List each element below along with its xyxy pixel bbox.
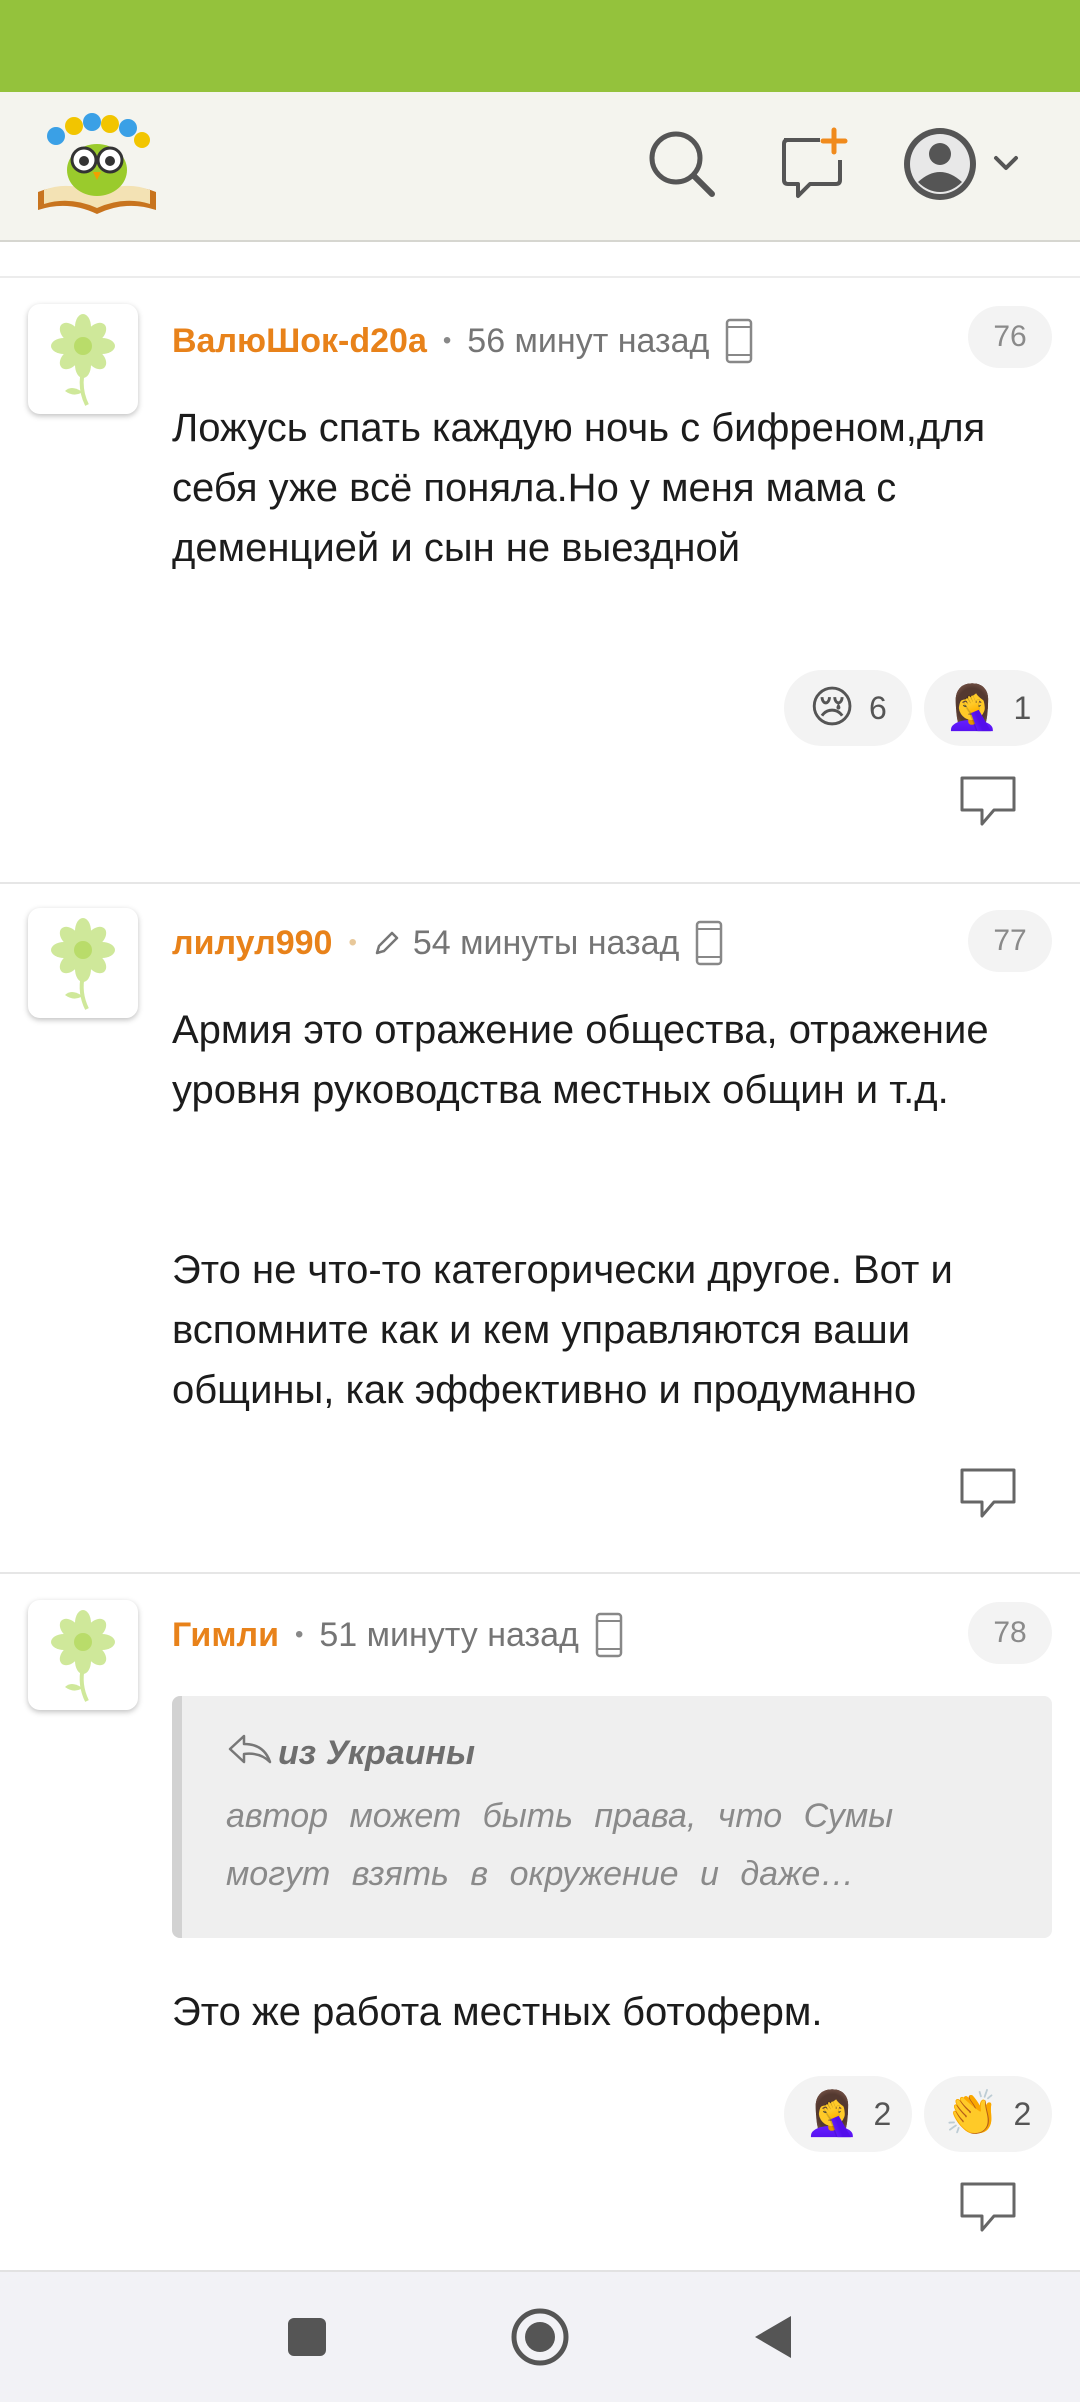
mobile-device-icon [595,1612,623,1658]
user-avatar[interactable] [28,304,138,414]
comment-divider [0,1572,1080,1574]
profile-menu-button[interactable] [900,124,1020,204]
reaction-button[interactable]: 🤦‍♀️ 2 [784,2076,912,2152]
reactions: 🤦‍♀️ 2 👏 2 [784,2076,1052,2152]
status-bar [0,0,1080,92]
comment-time[interactable]: 54 минуты назад [413,924,680,963]
back-icon[interactable] [738,2302,808,2372]
comment-time[interactable]: 51 минуту назад [319,1616,578,1655]
user-avatar[interactable] [28,1600,138,1710]
reaction-button[interactable]: 🤦‍♀️ 1 [924,670,1052,746]
quoted-comment[interactable]: из Украины автор может быть права, что С… [172,1696,1052,1938]
reactions: 😢 6 🤦‍♀️ 1 [784,670,1052,746]
facepalm-icon: 🤦‍♀️ [804,2088,860,2139]
reply-icon[interactable] [958,774,1018,830]
system-navigation-bar [0,2270,1080,2402]
reaction-count: 1 [1013,689,1032,726]
separator-dot: • [348,929,357,956]
facepalm-icon: 🤦‍♀️ [944,682,1000,733]
comment-divider [0,882,1080,884]
quote-text: автор может быть права, что Сумы могут в… [226,1797,894,1893]
clapping-hands-icon: 👏 [944,2088,1000,2139]
add-post-icon[interactable] [774,124,854,204]
quote-header: из Украины [226,1732,1008,1775]
app-header [0,92,1080,242]
comment-text: Это же работа местных ботоферм. [172,1990,823,2034]
separator-dot: • [294,1621,304,1648]
reaction-count: 2 [873,2095,892,2132]
divider [0,276,1080,278]
reaction-count: 2 [1013,2095,1032,2132]
comment-text: Это не что-то категорически другое. Вот … [172,1248,953,1412]
edited-pencil-icon [373,929,401,957]
comment-author[interactable]: ВалюШок-d20a [172,322,427,361]
crying-face-icon: 😢 [809,682,856,733]
comment-number[interactable]: 78 [968,1602,1052,1664]
comment-time[interactable]: 56 минут назад [467,322,709,361]
recent-apps-icon[interactable] [272,2302,342,2372]
comment-author[interactable]: Гимли [172,1616,279,1655]
reaction-button[interactable]: 👏 2 [924,2076,1052,2152]
mobile-device-icon [695,920,723,966]
comment-number[interactable]: 76 [968,306,1052,368]
comment-number[interactable]: 77 [968,910,1052,972]
reply-icon[interactable] [958,1466,1018,1522]
search-icon[interactable] [642,124,722,204]
reply-icon[interactable] [958,2180,1018,2236]
quote-author[interactable]: из Украины [278,1734,475,1773]
reaction-button[interactable]: 😢 6 [784,670,912,746]
mobile-device-icon [725,318,753,364]
reply-arrow-icon [226,1732,272,1775]
comment-text: Армия это отражение общества, отражение … [172,1008,989,1112]
comment-author[interactable]: лилул990 [172,924,332,963]
reaction-count: 6 [869,689,887,726]
separator-dot: • [442,327,452,354]
user-avatar[interactable] [28,908,138,1018]
home-icon[interactable] [505,2302,575,2372]
owl-book-logo[interactable] [34,108,160,218]
comment-text: Ложусь спать каждую ночь с бифреном,для … [172,406,986,570]
